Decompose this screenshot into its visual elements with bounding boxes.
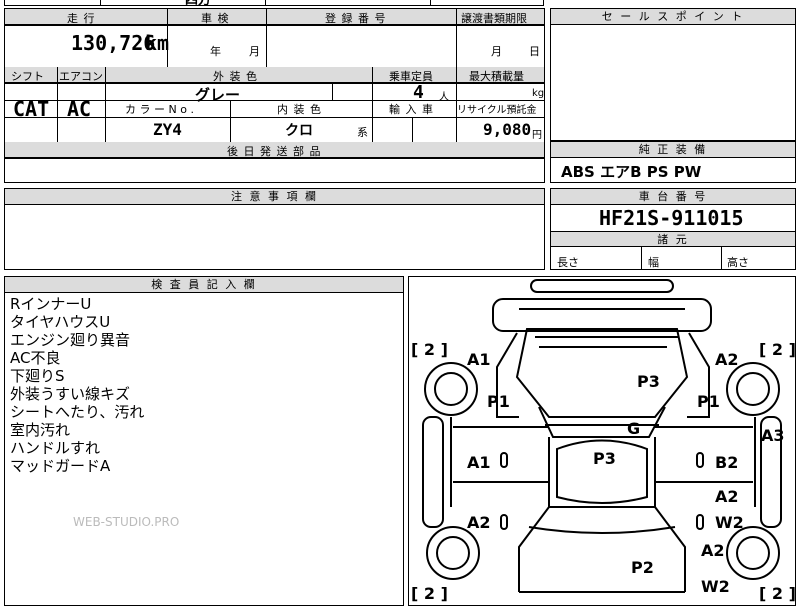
mark-b2-right: B2 (715, 453, 738, 472)
mark-g-windshield: G (627, 419, 640, 438)
caution-header: 注 意 事 項 欄 (5, 189, 544, 205)
bracket-bottom-left: [ 2 ] (411, 584, 448, 603)
note-item: 室内汚れ (10, 421, 71, 439)
recycle-unit: 円 (532, 130, 542, 141)
chassis-header: 車 台 番 号 (551, 189, 795, 205)
car-diagram: [ 2 ] [ 2 ] [ 2 ] [ 2 ] A1 A2 P3 P1 P1 A… (411, 279, 796, 603)
capacity-value: 4 (413, 82, 424, 103)
recycle-value: 9,080 (483, 120, 532, 139)
aircon-value: AC (67, 97, 92, 121)
aircon-header: エアコン (59, 70, 103, 83)
transfer-docs-header: 譲渡書類期限 (461, 12, 527, 25)
interior-header: 内 装 色 (277, 103, 322, 116)
mark-a1-door-left: A1 (467, 453, 491, 472)
spec-width: 幅 (648, 256, 659, 269)
mark-a2-rear-door-right: A2 (715, 487, 739, 506)
mark-p2-rear: P2 (631, 558, 654, 577)
spec-height: 高さ (727, 256, 749, 269)
inspector-notes: RインナーU タイヤハウスU エンジン廻り異音 AC不良 下廻りS 外装うすい線… (10, 295, 144, 475)
mark-a2-rear-right: A2 (701, 541, 725, 560)
inspection-header: 車 検 (201, 12, 230, 25)
registration-header: 登 録 番 号 (325, 12, 387, 25)
shift-header: シフト (11, 70, 44, 83)
exterior-value: グレー (195, 86, 241, 104)
mark-p1-right: P1 (697, 392, 720, 411)
import-header: 輸 入 車 (389, 103, 434, 116)
transfer-month: 月 (491, 45, 502, 58)
bracket-top-left: [ 2 ] (411, 340, 448, 359)
sales-point-header: セ ー ル ス ポ イ ン ト (551, 9, 795, 25)
mark-a1-front-left: A1 (467, 350, 491, 369)
vehicle-info-table: 走 行 車 検 登 録 番 号 譲渡書類期限 130,726 km 年 月 月 … (4, 8, 545, 183)
note-item: シートへたり、汚れ (10, 403, 145, 421)
note-item: タイヤハウスU (10, 313, 111, 331)
capacity-unit: 人 (439, 92, 449, 103)
mark-w2-right: W2 (715, 513, 744, 532)
mileage-value: 130,726 (71, 31, 156, 55)
note-item: 外装うすい線キズ (10, 385, 131, 403)
standard-equipment-box: 純 正 装 備 ABS エアB PS PW (550, 141, 796, 183)
top-stub: 四方 (4, 0, 544, 8)
color-no-value: ZY4 (153, 120, 182, 139)
standard-equipment-value: ABS エアB PS PW (561, 163, 702, 181)
mark-a2-front-right: A2 (715, 350, 739, 369)
interior-suffix: 系 (357, 126, 368, 139)
interior-value: クロ (285, 123, 313, 139)
watermark: WEB-STUDIO.PRO (73, 515, 180, 529)
caution-box: 注 意 事 項 欄 (4, 188, 545, 270)
bracket-bottom-right: [ 2 ] (759, 584, 796, 603)
mileage-unit: km (145, 31, 170, 55)
mark-p3-hood: P3 (637, 372, 660, 391)
note-item: ハンドルすれ (10, 439, 101, 457)
mark-p3-roof: P3 (593, 449, 616, 468)
inspector-box: 検 査 員 記 入 欄 RインナーU タイヤハウスU エンジン廻り異音 AC不良… (4, 276, 404, 606)
bracket-top-right: [ 2 ] (759, 340, 796, 359)
note-item: マッドガードA (10, 457, 111, 475)
specs-header: 諸 元 (551, 231, 795, 247)
note-item: AC不良 (10, 349, 61, 367)
max-load-header: 最大積載量 (469, 70, 524, 83)
mark-a2-rear-left: A2 (467, 513, 491, 532)
sales-point-box: セ ー ル ス ポ イ ン ト (550, 8, 796, 141)
shift-value: CAT (13, 97, 50, 121)
color-no-header: カ ラ ー N o . (125, 103, 194, 116)
recycle-header: リサイクル預託金 (457, 105, 537, 116)
mark-w2-rear: W2 (701, 577, 730, 596)
standard-equipment-header: 純 正 装 備 (551, 142, 795, 158)
spec-length: 長さ (557, 256, 579, 269)
capacity-header: 乗車定員 (389, 70, 433, 83)
note-item: 下廻りS (10, 367, 65, 385)
mileage-header: 走 行 (67, 12, 96, 25)
max-load-unit: kg (532, 88, 545, 99)
mark-a3-right: A3 (761, 426, 785, 445)
top-fragment: 四方 (185, 0, 212, 8)
later-parts-header: 後 日 発 送 部 品 (227, 145, 322, 158)
mark-p1-left: P1 (487, 392, 510, 411)
note-item: エンジン廻り異音 (10, 331, 131, 349)
exterior-header: 外 装 色 (213, 70, 258, 83)
chassis-value: HF21S-911015 (599, 206, 744, 230)
transfer-day: 日 (529, 45, 540, 58)
inspector-header: 検 査 員 記 入 欄 (5, 277, 403, 293)
note-item: RインナーU (10, 295, 92, 313)
chassis-box: 車 台 番 号 HF21S-911015 諸 元 長さ 幅 高さ (550, 188, 796, 270)
inspection-year: 年 (210, 45, 221, 58)
car-diagram-box: [ 2 ] [ 2 ] [ 2 ] [ 2 ] A1 A2 P3 P1 P1 A… (408, 276, 796, 606)
inspection-month: 月 (249, 45, 260, 58)
